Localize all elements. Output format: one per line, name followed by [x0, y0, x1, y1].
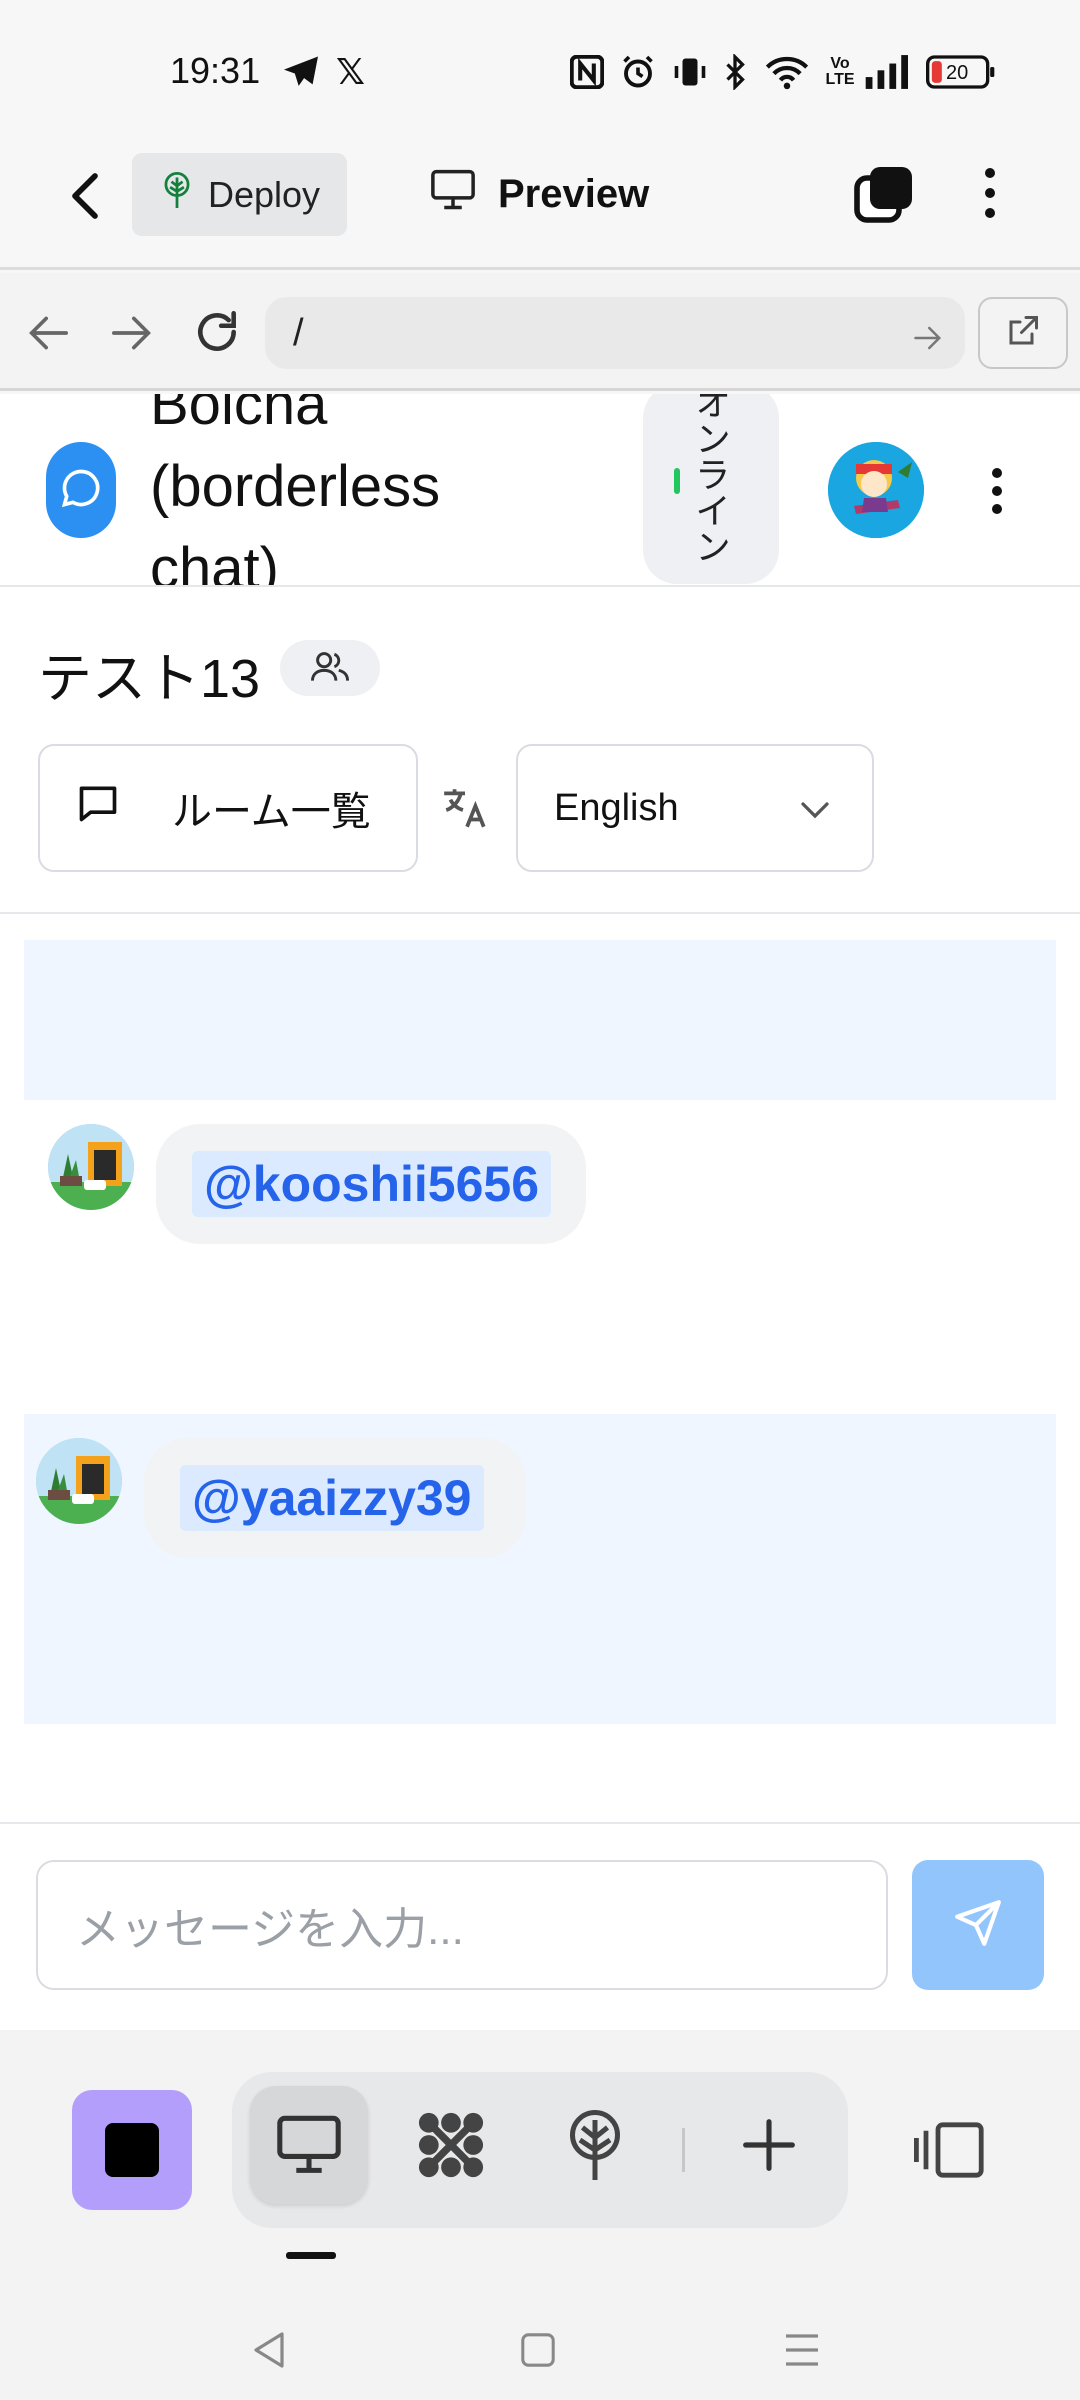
deploy-icon[interactable]	[536, 2086, 654, 2204]
app-title: Bolcha (borderless chat)	[150, 394, 441, 587]
room-title: テスト13	[38, 649, 261, 709]
system-navigation-bar	[0, 2300, 1080, 2400]
open-external-button[interactable]	[978, 297, 1068, 369]
language-select[interactable]: English	[516, 744, 874, 872]
back-arrow-icon[interactable]	[60, 166, 110, 226]
user-avatar[interactable]	[828, 442, 924, 538]
more-vertical-icon[interactable]	[978, 168, 1002, 218]
wifi-icon	[764, 52, 810, 92]
deploy-tree-icon	[160, 172, 194, 217]
users-icon	[311, 649, 349, 688]
online-indicator	[674, 468, 680, 494]
message-bubble: @yaaizzy39	[144, 1438, 526, 1558]
chat-app: Bolcha (borderless chat) オンライン テスト13 ルーム…	[0, 394, 1080, 2030]
volte-label: Vo LTE	[825, 55, 855, 88]
top-toolbar: Deploy Preview	[0, 140, 1080, 270]
status-bar: 19:31 𝕏 Vo LTE 20	[0, 0, 1080, 140]
room-list-button[interactable]: ルーム一覧	[38, 744, 418, 872]
highlighted-message-area	[24, 940, 1056, 1100]
nav-back-icon[interactable]	[240, 2320, 300, 2380]
stop-icon	[105, 2123, 159, 2177]
message-input-placeholder: メッセージを入力...	[76, 1905, 464, 1954]
preview-button[interactable]: Preview	[430, 153, 649, 236]
url-text: /	[293, 311, 304, 354]
plus-icon[interactable]	[710, 2086, 828, 2204]
user-mention[interactable]: @yaaizzy39	[180, 1465, 484, 1531]
battery-level: 20	[946, 61, 969, 84]
message-avatar[interactable]	[36, 1438, 122, 1524]
stop-button[interactable]	[72, 2090, 192, 2210]
alarm-icon	[620, 52, 656, 92]
telegram-icon	[282, 52, 320, 92]
members-button[interactable]	[280, 640, 380, 696]
online-label: オンライン	[690, 394, 731, 564]
go-arrow-icon[interactable]	[913, 319, 943, 362]
message-square-icon	[76, 781, 120, 835]
message-bubble: @kooshii5656	[156, 1124, 586, 1244]
status-time: 19:31	[170, 50, 261, 91]
nav-home-icon[interactable]	[508, 2320, 568, 2380]
language-selected: English	[554, 786, 679, 829]
send-icon	[953, 1898, 1003, 1953]
forward-icon[interactable]	[110, 313, 154, 358]
bottom-dock	[0, 2030, 1080, 2400]
message-input[interactable]: メッセージを入力...	[36, 1860, 888, 1990]
header-divider	[0, 912, 1080, 914]
back-icon[interactable]	[26, 313, 70, 358]
side-panel-icon[interactable]	[890, 2090, 1010, 2210]
dock-tab-group	[232, 2072, 848, 2228]
app-more-icon[interactable]	[985, 468, 1009, 514]
app-header: Bolcha (borderless chat) オンライン	[0, 394, 1080, 587]
active-tab-indicator	[286, 2252, 336, 2259]
composer-divider	[0, 1822, 1080, 1824]
browser-bar: /	[0, 273, 1080, 391]
monitor-icon	[430, 169, 476, 221]
url-field[interactable]: /	[265, 297, 965, 369]
x-twitter-icon: 𝕏	[336, 51, 366, 92]
deploy-label: Deploy	[208, 173, 321, 215]
open-external-icon	[1005, 313, 1041, 354]
nfc-icon	[570, 52, 604, 92]
app-logo[interactable]	[46, 442, 116, 538]
online-status-badge: オンライン	[643, 394, 779, 584]
tabs-icon[interactable]	[854, 165, 914, 225]
vibrate-icon	[672, 52, 708, 92]
room-list-label: ルーム一覧	[172, 790, 371, 834]
preview-label: Preview	[498, 172, 650, 216]
signal-icon	[864, 52, 908, 92]
chevron-down-icon	[800, 787, 830, 830]
monitor-icon[interactable]	[250, 2086, 368, 2204]
nav-menu-icon[interactable]	[772, 2320, 832, 2380]
deploy-button[interactable]: Deploy	[132, 153, 347, 236]
workflow-icon[interactable]	[392, 2086, 510, 2204]
dock-separator	[682, 2128, 685, 2172]
translate-icon	[440, 782, 490, 839]
bluetooth-icon	[722, 52, 748, 92]
user-mention[interactable]: @kooshii5656	[192, 1151, 552, 1217]
send-button[interactable]	[912, 1860, 1044, 1990]
chat-bubble-icon	[59, 466, 103, 515]
reload-icon[interactable]	[192, 307, 242, 362]
message-avatar[interactable]	[48, 1124, 134, 1210]
